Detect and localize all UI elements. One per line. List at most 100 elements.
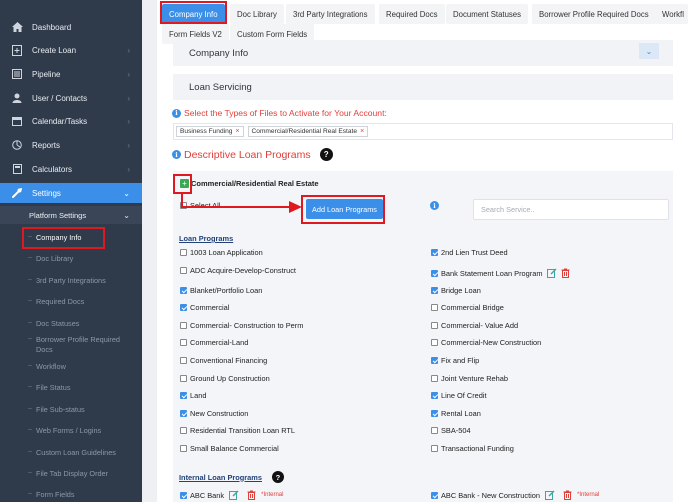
- checkbox[interactable]: [431, 445, 438, 452]
- sidebar-item-platform-settings[interactable]: Platform Settings ⌄: [0, 206, 142, 224]
- sidebar-item-reports[interactable]: Reports ›: [0, 135, 142, 155]
- checkbox-label: Commercial-New Construction: [441, 338, 542, 347]
- checkbox[interactable]: [431, 357, 438, 364]
- program-checkbox[interactable]: Line Of Credit: [431, 391, 487, 400]
- sidebar-item-dashboard[interactable]: Dashboard: [0, 17, 142, 37]
- sidebar-item-calendar-tasks[interactable]: Calendar/Tasks ›: [0, 111, 142, 131]
- program-checkbox[interactable]: New Construction: [180, 409, 248, 418]
- internal-program-checkbox[interactable]: ABC Bank - New Construction *Internal: [431, 490, 599, 500]
- program-checkbox[interactable]: Commercial- Value Add: [431, 321, 518, 330]
- sidebar-subitem-required-docs[interactable]: – Required Docs: [0, 297, 142, 307]
- sidebar-subitem-borrower-profile-required-docs[interactable]: – Borrower Profile Required Docs: [0, 335, 142, 355]
- sidebar-subitem-workflow[interactable]: – Workflow: [0, 362, 142, 372]
- file-types-select[interactable]: Business Funding × Commercial/Residentia…: [173, 123, 673, 140]
- program-checkbox[interactable]: Residential Transition Loan RTL: [180, 426, 295, 435]
- checkbox[interactable]: [431, 427, 438, 434]
- trash-icon[interactable]: [561, 268, 570, 278]
- program-checkbox[interactable]: Commercial: [180, 303, 229, 312]
- program-checkbox[interactable]: Joint Venture Rehab: [431, 374, 508, 383]
- program-checkbox[interactable]: Transactional Funding: [431, 444, 514, 453]
- sidebar-subitem-web-forms-logins[interactable]: – Web Forms / Logins: [0, 426, 142, 436]
- tab-3rd-party-integrations[interactable]: 3rd Party Integrations: [286, 4, 375, 24]
- remove-icon[interactable]: ×: [360, 128, 364, 135]
- checkbox[interactable]: [180, 445, 187, 452]
- checkbox[interactable]: [431, 249, 438, 256]
- tab-workflow[interactable]: Workfl: [655, 4, 688, 24]
- sidebar-subitem-doc-statuses[interactable]: – Doc Statuses: [0, 319, 142, 329]
- sidebar-item-create-loan[interactable]: Create Loan ›: [0, 40, 142, 60]
- edit-icon[interactable]: [545, 490, 555, 500]
- checkbox[interactable]: [180, 392, 187, 399]
- tab-borrower-profile-required-docs[interactable]: Borrower Profile Required Docs: [532, 4, 656, 24]
- program-checkbox[interactable]: Rental Loan: [431, 409, 481, 418]
- program-checkbox[interactable]: Bridge Loan: [431, 286, 481, 295]
- checkbox[interactable]: [180, 339, 187, 346]
- program-checkbox[interactable]: Blanket/Portfolio Loan: [180, 286, 262, 295]
- trash-icon[interactable]: [563, 490, 572, 500]
- edit-icon[interactable]: [547, 268, 557, 278]
- sidebar-subitem-form-fields[interactable]: – Form Fields: [0, 490, 142, 500]
- internal-program-checkbox[interactable]: ABC Bank *Internal: [180, 490, 283, 500]
- checkbox[interactable]: [180, 375, 187, 382]
- program-checkbox[interactable]: SBA-504: [431, 426, 471, 435]
- program-checkbox[interactable]: Bank Statement Loan Program: [431, 268, 570, 278]
- checkbox[interactable]: [431, 375, 438, 382]
- checkbox[interactable]: [431, 269, 438, 277]
- checkbox[interactable]: [180, 357, 187, 364]
- sidebar-subitem-custom-loan-guidelines[interactable]: – Custom Loan Guidelines: [0, 448, 142, 458]
- program-checkbox[interactable]: Ground Up Construction: [180, 374, 270, 383]
- sidebar-item-pipeline[interactable]: Pipeline ›: [0, 64, 142, 84]
- program-checkbox[interactable]: Land: [180, 391, 206, 400]
- chevron-down-icon[interactable]: ⌄: [639, 43, 659, 59]
- tab-document-statuses[interactable]: Document Statuses: [446, 4, 529, 24]
- program-checkbox[interactable]: Fix and Flip: [431, 356, 479, 365]
- checkbox[interactable]: [431, 304, 438, 311]
- checkbox-label: ABC Bank - New Construction: [441, 490, 540, 500]
- program-checkbox[interactable]: Conventional Financing: [180, 356, 267, 365]
- checkbox[interactable]: [180, 267, 187, 274]
- program-checkbox[interactable]: 2nd Lien Trust Deed: [431, 248, 508, 257]
- sidebar-subitem-file-tab-display-order[interactable]: – File Tab Display Order: [0, 469, 142, 479]
- checkbox[interactable]: [180, 410, 187, 417]
- checkbox[interactable]: [431, 410, 438, 417]
- checkbox[interactable]: [431, 392, 438, 399]
- sidebar-subitem-file-sub-status[interactable]: – File Sub-status: [0, 405, 142, 415]
- sidebar-item-user-contacts[interactable]: User / Contacts ›: [0, 88, 142, 108]
- checkbox[interactable]: [180, 427, 187, 434]
- sidebar-subitem-3rd-party-integrations[interactable]: – 3rd Party Integrations: [0, 276, 142, 286]
- edit-icon[interactable]: [229, 490, 239, 500]
- checkbox[interactable]: [431, 339, 438, 346]
- chevron-right-icon: ›: [127, 116, 130, 126]
- remove-icon[interactable]: ×: [235, 128, 239, 135]
- search-service-input[interactable]: [473, 199, 669, 220]
- program-checkbox[interactable]: 1003 Loan Application: [180, 248, 263, 257]
- panel-company-info[interactable]: Company Info ⌄: [173, 40, 673, 66]
- checkbox[interactable]: [180, 287, 187, 294]
- wrench-icon: [11, 187, 23, 199]
- help-icon[interactable]: ?: [319, 148, 333, 161]
- help-icon[interactable]: ?: [271, 471, 284, 483]
- checkbox[interactable]: [431, 322, 438, 329]
- program-checkbox[interactable]: Small Balance Commercial: [180, 444, 279, 453]
- tab-doc-library[interactable]: Doc Library: [230, 4, 284, 24]
- trash-icon[interactable]: [247, 490, 256, 500]
- sidebar-item-calculators[interactable]: Calculators ›: [0, 159, 142, 179]
- sidebar-subitem-file-status[interactable]: – File Status: [0, 383, 142, 393]
- program-checkbox[interactable]: Commercial Bridge: [431, 303, 504, 312]
- sidebar-subitem-label: Custom Loan Guidelines: [36, 448, 116, 457]
- checkbox[interactable]: [180, 304, 187, 311]
- program-checkbox[interactable]: ADC Acquire-Develop-Construct: [180, 266, 296, 275]
- checkbox[interactable]: [431, 287, 438, 294]
- program-checkbox[interactable]: Commercial-Land: [180, 338, 248, 347]
- tab-required-docs[interactable]: Required Docs: [379, 4, 445, 24]
- program-checkbox[interactable]: Commercial- Construction to Perm: [180, 321, 303, 330]
- checkbox[interactable]: [431, 491, 438, 499]
- panel-loan-servicing[interactable]: Loan Servicing: [173, 74, 673, 100]
- sidebar-item-settings[interactable]: Settings ⌄: [0, 183, 142, 203]
- sidebar-item-label: Calculators: [32, 164, 73, 174]
- checkbox[interactable]: [180, 491, 187, 499]
- checkbox[interactable]: [180, 249, 187, 256]
- program-checkbox[interactable]: Commercial-New Construction: [431, 338, 541, 347]
- checkbox[interactable]: [180, 322, 187, 329]
- sidebar-subitem-doc-library[interactable]: – Doc Library: [0, 254, 142, 264]
